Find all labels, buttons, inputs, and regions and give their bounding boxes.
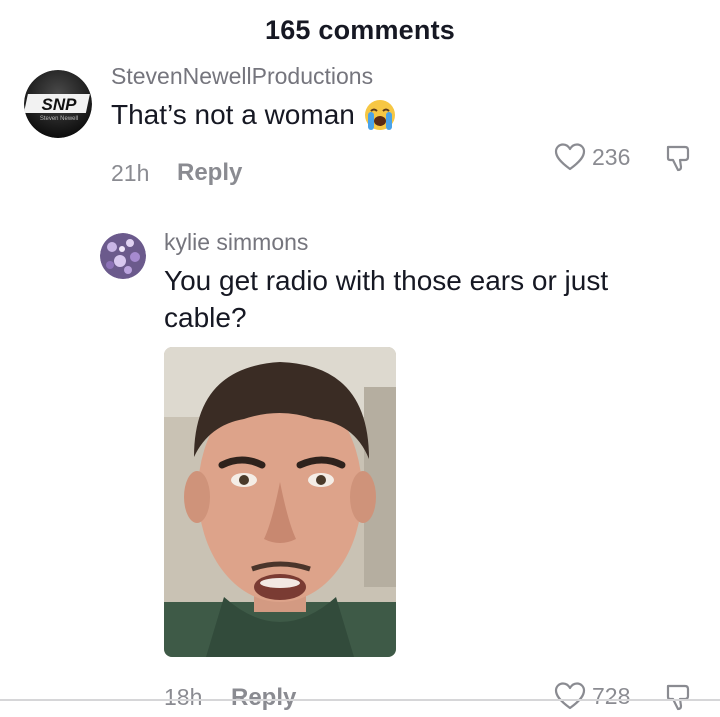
like-count: 236 <box>592 143 631 170</box>
like-button[interactable]: 236 <box>554 142 630 172</box>
comment-text: That’s not a woman <box>111 99 355 130</box>
loudly-crying-face-icon <box>363 98 397 132</box>
reply-button[interactable]: Reply <box>231 684 296 712</box>
comment-text-line: cable? <box>164 302 247 333</box>
comments-count-title: 165 comments <box>265 14 455 45</box>
thumbs-down-icon <box>664 682 694 712</box>
avatar[interactable]: SNP Steven Newell <box>24 70 92 138</box>
comment-username[interactable]: StevenNewellProductions <box>111 63 373 90</box>
comments-header: 165 comments <box>0 0 720 60</box>
comment-time: 21h <box>111 160 150 186</box>
heart-icon <box>554 142 586 172</box>
avatar-logo-text: SNP <box>42 95 78 114</box>
comment-time: 18h <box>164 684 203 710</box>
reply-button[interactable]: Reply <box>177 159 242 187</box>
heart-icon <box>554 681 586 711</box>
like-button[interactable]: 728 <box>554 681 630 711</box>
comment-text-line: You get radio with those ears or just <box>164 265 609 296</box>
comment-username[interactable]: kylie simmons <box>164 229 308 256</box>
avatar-logo-subtext: Steven Newell <box>40 116 78 122</box>
thumbs-down-icon <box>664 143 694 173</box>
comment-text-row: That’s not a woman <box>111 96 397 133</box>
comment-text: You get radio with those ears or just ca… <box>164 262 608 336</box>
avatar[interactable] <box>100 233 146 279</box>
like-count: 728 <box>592 682 631 709</box>
comment-photo[interactable] <box>164 347 396 657</box>
dislike-button[interactable] <box>664 143 694 178</box>
